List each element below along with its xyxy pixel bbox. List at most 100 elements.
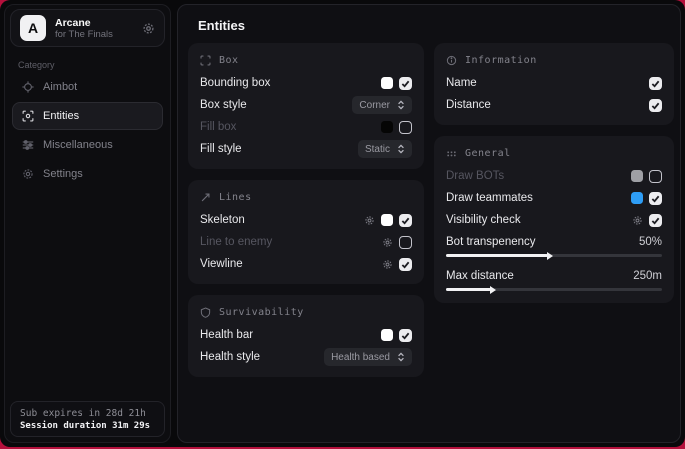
checkbox[interactable] (399, 258, 412, 271)
grid-dots-icon (446, 148, 457, 159)
sidebar-nav: Aimbot Entities (12, 73, 163, 189)
check-icon (401, 79, 410, 88)
bot-transparency-slider[interactable] (446, 254, 662, 257)
survivability-card-header: Survivability (200, 304, 412, 320)
check-icon (651, 216, 660, 225)
checkbox[interactable] (399, 329, 412, 342)
section-title: Survivability (219, 307, 304, 318)
color-swatch[interactable] (381, 214, 393, 226)
sidebar-item-label: Settings (43, 168, 83, 180)
subscription-info-box: Sub expires in 28d 21h Session duration … (10, 401, 165, 437)
crosshair-icon (22, 81, 34, 93)
corner-brackets-icon (200, 55, 211, 66)
bot-transparency-slider-group: Bot transpenency 50% (446, 233, 662, 257)
section-title: Lines (219, 192, 252, 203)
box-card: Box Bounding box Box style Corner (188, 43, 424, 169)
setting-row-bounding-box: Bounding box (200, 72, 412, 94)
gear-icon[interactable] (364, 215, 375, 226)
box-card-header: Box (200, 52, 412, 68)
app-name: Arcane (55, 17, 113, 29)
color-swatch[interactable] (381, 329, 393, 341)
checkbox[interactable] (399, 236, 412, 249)
brand-text: Arcane for The Finals (55, 17, 113, 40)
checkbox[interactable] (649, 99, 662, 112)
setting-row-distance: Distance (446, 94, 662, 116)
page-title: Entities (198, 18, 245, 33)
gear-icon[interactable] (142, 22, 155, 35)
setting-row-skeleton: Skeleton (200, 209, 412, 231)
setting-row-box-style: Box style Corner (200, 94, 412, 116)
setting-row-viewline: Viewline (200, 253, 412, 275)
color-swatch[interactable] (631, 192, 643, 204)
section-title: General (465, 148, 511, 159)
setting-row-health-bar: Health bar (200, 324, 412, 346)
bot-transparency-value: 50% (639, 236, 662, 248)
information-card: Information Name Distance (434, 43, 674, 125)
slider-fill[interactable] (446, 288, 491, 291)
checkbox[interactable] (649, 192, 662, 205)
lines-card-header: Lines (200, 189, 412, 205)
check-icon (401, 260, 410, 269)
check-icon (651, 101, 660, 110)
info-icon (446, 55, 457, 66)
gear-icon[interactable] (632, 215, 643, 226)
sidebar-item-miscellaneous[interactable]: Miscellaneous (12, 131, 163, 159)
color-swatch[interactable] (631, 170, 643, 182)
setting-row-draw-teammates: Draw teammates (446, 187, 662, 209)
sidebar-item-label: Miscellaneous (43, 139, 113, 151)
checkbox[interactable] (649, 214, 662, 227)
check-icon (401, 331, 410, 340)
gear-icon[interactable] (382, 237, 393, 248)
sidebar-item-label: Entities (43, 110, 79, 122)
gear-icon (22, 168, 34, 180)
lines-card: Lines Skeleton Line to en (188, 180, 424, 284)
sidebar-item-entities[interactable]: Entities (12, 102, 163, 130)
check-icon (401, 216, 410, 225)
right-column: Information Name Distance (434, 43, 674, 303)
sidebar: A Arcane for The Finals Category (4, 4, 171, 443)
app-logo: A (20, 15, 46, 41)
checkbox[interactable] (399, 121, 412, 134)
left-column: Box Bounding box Box style Corner (188, 43, 424, 377)
chevron-up-down-icon (397, 144, 405, 154)
general-card: General Draw BOTs Draw teammates (434, 136, 674, 303)
section-title: Box (219, 55, 239, 66)
checkbox[interactable] (649, 170, 662, 183)
scan-box-icon (22, 110, 34, 122)
fill-style-dropdown[interactable]: Static (358, 140, 412, 158)
information-card-header: Information (446, 52, 662, 68)
color-swatch[interactable] (381, 77, 393, 89)
general-card-header: General (446, 145, 662, 161)
survivability-card: Survivability Health bar Health style He… (188, 295, 424, 377)
chevron-up-down-icon (397, 352, 405, 362)
category-label: Category (18, 60, 55, 70)
checkbox[interactable] (649, 77, 662, 90)
box-style-dropdown[interactable]: Corner (352, 96, 412, 114)
app-subtitle: for The Finals (55, 29, 113, 40)
main-panel: Entities Box Bounding box (177, 4, 681, 443)
session-duration-text: Session duration 31m 29s (20, 421, 155, 431)
checkbox[interactable] (399, 77, 412, 90)
check-icon (651, 79, 660, 88)
max-distance-value: 250m (633, 270, 662, 282)
color-swatch[interactable] (381, 121, 393, 133)
max-distance-slider[interactable] (446, 288, 662, 291)
check-icon (651, 194, 660, 203)
setting-row-fill-box: Fill box (200, 116, 412, 138)
app-window: A Arcane for The Finals Category (0, 0, 685, 447)
shield-icon (200, 307, 211, 318)
sidebar-item-settings[interactable]: Settings (12, 160, 163, 188)
section-title: Information (465, 55, 537, 66)
gear-icon[interactable] (382, 259, 393, 270)
sliders-icon (22, 139, 34, 151)
setting-row-draw-bots: Draw BOTs (446, 165, 662, 187)
checkbox[interactable] (399, 214, 412, 227)
diagonal-line-icon (200, 192, 211, 203)
health-style-dropdown[interactable]: Health based (324, 348, 412, 366)
sub-expiry-text: Sub expires in 28d 21h (20, 408, 155, 419)
setting-row-visibility-check: Visibility check (446, 209, 662, 231)
brand-card: A Arcane for The Finals (10, 9, 165, 47)
sidebar-item-aimbot[interactable]: Aimbot (12, 73, 163, 101)
slider-fill[interactable] (446, 254, 548, 257)
setting-row-fill-style: Fill style Static (200, 138, 412, 160)
